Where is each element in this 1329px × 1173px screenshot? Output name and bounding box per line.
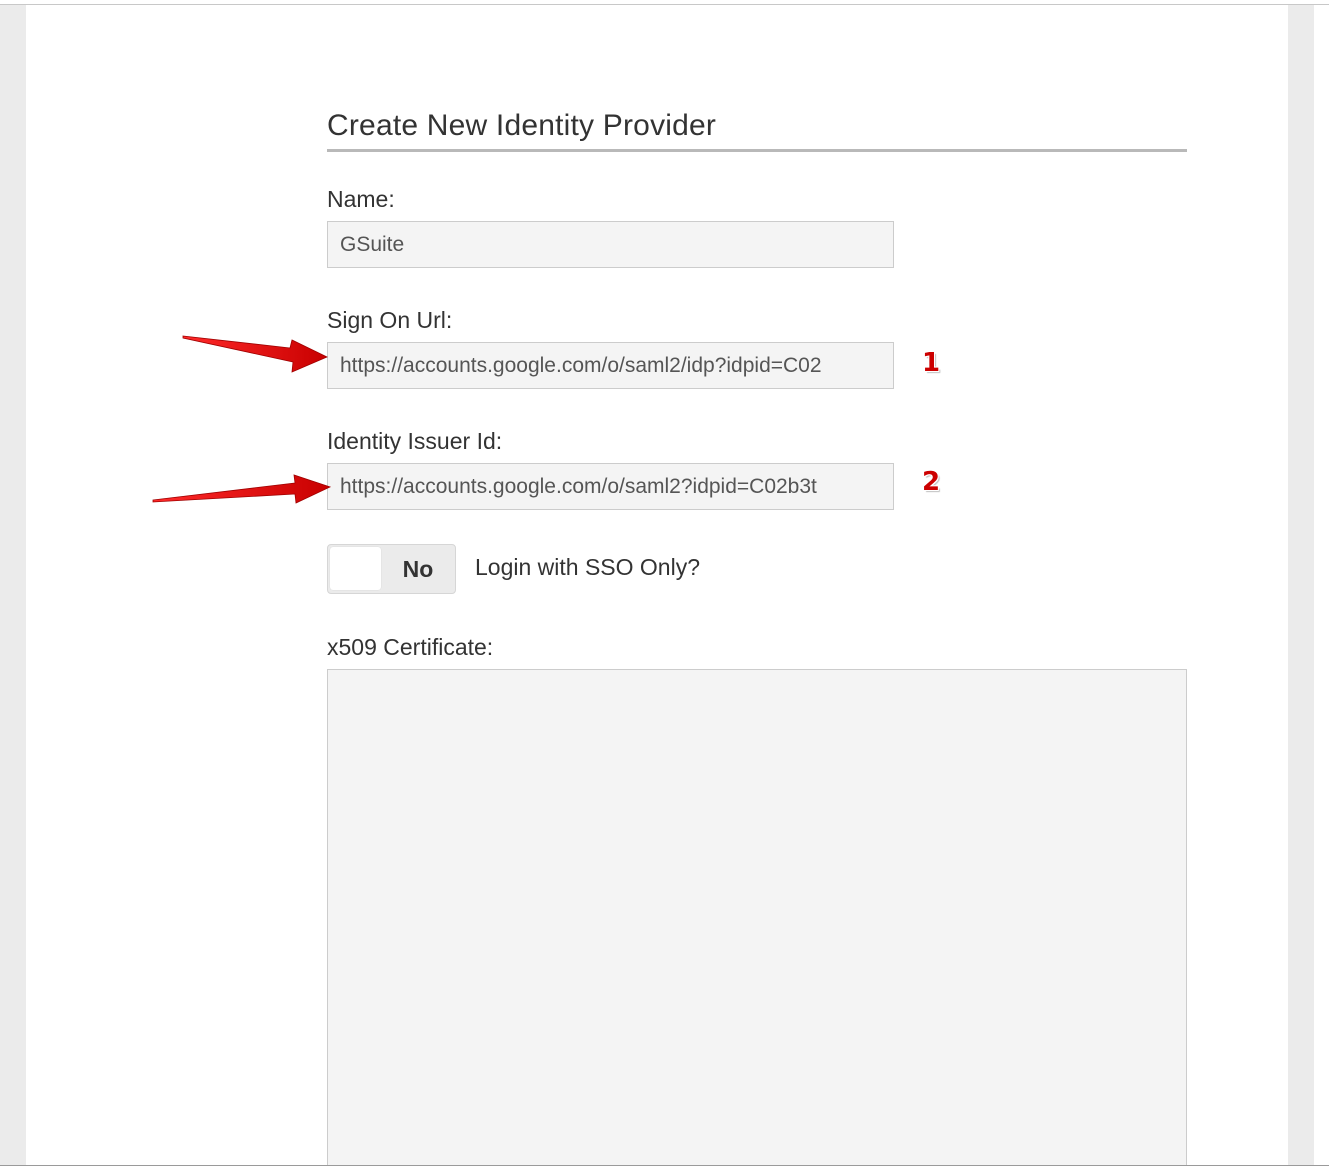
name-input[interactable] — [327, 221, 894, 268]
annotation-arrow-2 — [152, 474, 332, 504]
name-label: Name: — [327, 186, 395, 212]
certificate-textarea[interactable] — [327, 669, 1187, 1165]
toggle-state-text: No — [402, 556, 434, 582]
page-title: Create New Identity Provider — [327, 109, 717, 142]
annotation-marker-2: 2 — [922, 467, 941, 497]
sign-on-url-label: Sign On Url: — [327, 307, 453, 333]
sign-on-url-input[interactable] — [327, 342, 894, 389]
bottom-border — [0, 1165, 1329, 1166]
window-frame: Create New Identity Provider Name: Sign … — [0, 0, 1329, 1173]
sso-only-toggle[interactable]: No — [327, 544, 456, 594]
annotation-marker-1: 1 — [922, 348, 941, 378]
title-divider — [327, 149, 1187, 152]
certificate-label: x509 Certificate: — [327, 634, 494, 660]
left-gutter — [0, 5, 26, 1165]
sso-only-label: Login with SSO Only? — [475, 554, 701, 580]
right-gutter — [1288, 5, 1314, 1165]
identity-issuer-id-label: Identity Issuer Id: — [327, 428, 503, 454]
annotation-arrow-1 — [182, 335, 328, 373]
toggle-knob — [330, 547, 381, 590]
identity-issuer-id-input[interactable] — [327, 463, 894, 510]
